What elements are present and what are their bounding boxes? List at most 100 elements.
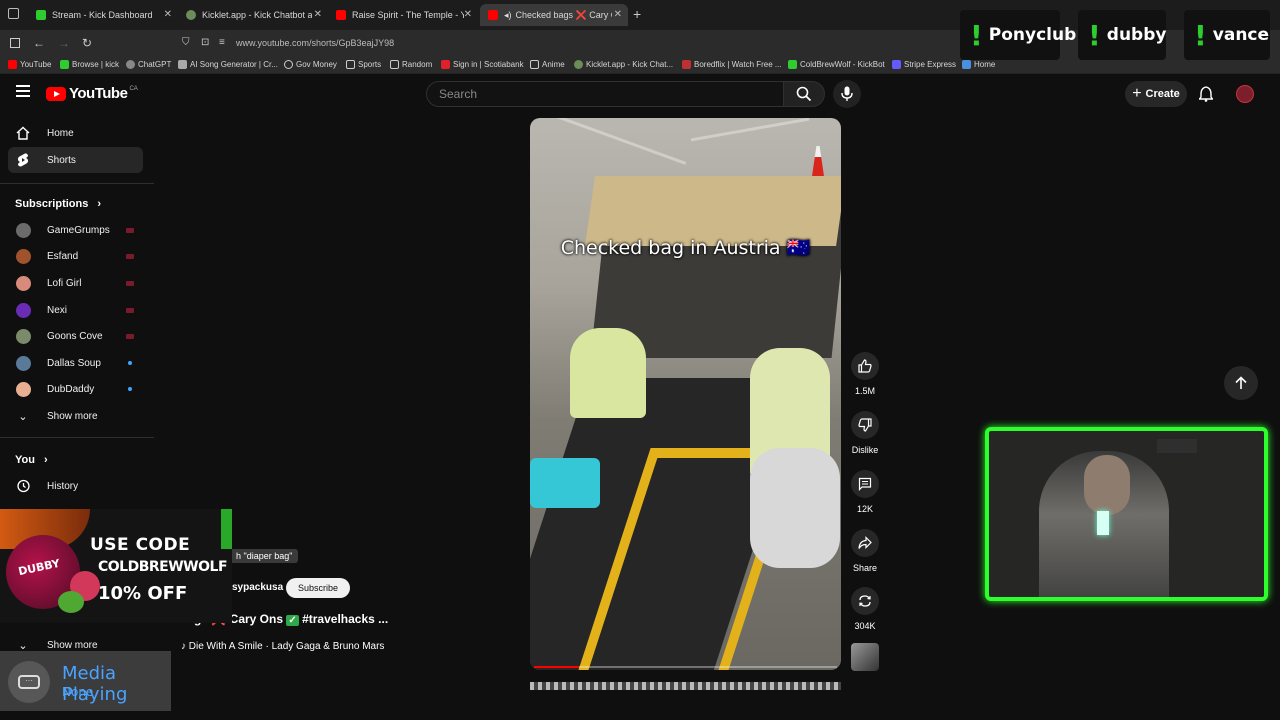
country-code: CA: [129, 85, 138, 92]
badge-name: vance: [1212, 25, 1270, 45]
search-button[interactable]: [783, 81, 825, 107]
like-count: 1.5M: [854, 386, 875, 396]
youtube-logo[interactable]: YouTube CA: [46, 85, 138, 102]
next-short-preview[interactable]: [530, 682, 841, 690]
song-link[interactable]: ♪ Die With A Smile · Lady Gaga & Bruno M…: [181, 641, 384, 652]
audio-icon[interactable]: ◂): [504, 10, 512, 21]
avatar: [16, 355, 31, 371]
shorts-video-player[interactable]: Checked bag in Austria 🇦🇺: [530, 118, 841, 670]
bookmark-anime[interactable]: Anime: [530, 60, 565, 69]
shield-icon[interactable]: ⛉: [182, 37, 190, 48]
tab-raise-spirit[interactable]: Raise Spirit - The Temple - YouT ✕: [328, 4, 478, 26]
subscription-label: Nexi: [47, 304, 68, 316]
lock-icon[interactable]: ⊡: [201, 37, 209, 48]
bookmark-label: Stripe Express: [904, 60, 957, 69]
bookmark-label: Random: [402, 60, 433, 69]
bookmark-kick[interactable]: Browse | kick: [60, 60, 119, 69]
youtube-icon: [8, 60, 17, 69]
close-tab-icon[interactable]: ✕: [614, 9, 622, 20]
subscription-dubdaddy[interactable]: DubDaddy: [16, 379, 138, 399]
new-tab-button[interactable]: +: [633, 6, 641, 22]
subscriptions-heading[interactable]: Subscriptions ›: [15, 198, 101, 210]
bookmark-random[interactable]: Random: [390, 60, 432, 69]
plus-icon: +: [1132, 85, 1142, 102]
microphone-icon: [841, 86, 853, 101]
subscription-nexi[interactable]: Nexi: [16, 300, 138, 320]
tab-checked-bags[interactable]: ◂) Checked bags ❌ Cary Ons ✕: [480, 4, 628, 26]
remix-icon: [851, 587, 879, 615]
search-hint-chip[interactable]: h "diaper bag": [230, 549, 299, 563]
folder-icon: [390, 60, 399, 69]
globe-icon: [284, 60, 293, 69]
home-icon: [962, 60, 971, 69]
search-input[interactable]: Search: [426, 81, 784, 107]
history-icon: [16, 479, 30, 493]
channel-name[interactable]: sypackusa: [232, 582, 283, 593]
sidebar-item-shorts[interactable]: Shorts: [8, 147, 143, 173]
url-field[interactable]: www.youtube.com/shorts/GpB3eajJY98: [236, 38, 394, 48]
close-tab-icon[interactable]: ✕: [314, 9, 322, 20]
live-indicator-icon: [126, 333, 134, 339]
bookmark-label: Anime: [542, 60, 565, 69]
you-heading[interactable]: You ›: [15, 454, 48, 466]
tab-kicklet[interactable]: Kicklet.app - Kick Chatbot and ✕: [178, 4, 328, 26]
bookmark-boredflix[interactable]: Boredflix | Watch Free ...: [682, 60, 782, 69]
bookmark-home[interactable]: Home: [962, 60, 995, 69]
avatar: [16, 328, 31, 344]
tab-kick-dashboard[interactable]: Stream - Kick Dashboard ✕: [28, 4, 178, 26]
video-caption: Checked bag in Austria 🇦🇺: [560, 237, 811, 259]
bookmark-sports[interactable]: Sports: [346, 60, 381, 69]
subscription-esfand[interactable]: Esfand: [16, 246, 138, 266]
sidebar-item-home[interactable]: Home: [8, 120, 143, 146]
bookmark-label: Browse | kick: [72, 60, 119, 69]
tab-actions-icon[interactable]: [8, 8, 19, 19]
like-button[interactable]: 1.5M: [845, 352, 885, 396]
notifications-bell-icon[interactable]: [1199, 86, 1213, 102]
subscription-gamegrumps[interactable]: GameGrumps: [16, 220, 138, 240]
bookmark-label: Sports: [358, 60, 382, 69]
bookmark-kicklet[interactable]: Kicklet.app - Kick Chat...: [574, 60, 673, 69]
site-settings-icon[interactable]: ≡: [219, 37, 225, 48]
subscription-lofi-girl[interactable]: Lofi Girl: [16, 273, 138, 293]
sidebar-divider: [0, 437, 154, 438]
sidebar-item-label: History: [47, 480, 79, 492]
sidebar-item-history[interactable]: History: [8, 473, 143, 499]
sound-thumbnail[interactable]: [851, 643, 879, 671]
bookmark-scotiabank[interactable]: Sign in | Scotiabank: [441, 60, 524, 69]
subscription-dallas-soup[interactable]: Dallas Soup: [16, 353, 138, 373]
chevron-down-icon: ⌄: [18, 410, 28, 423]
subscription-goons-cove[interactable]: Goons Cove: [16, 326, 138, 346]
avatar: [16, 222, 31, 238]
bookmark-youtube[interactable]: YouTube: [8, 60, 51, 69]
bookmark-chatgpt[interactable]: ChatGPT: [126, 60, 171, 69]
back-arrow-icon[interactable]: ←: [33, 36, 45, 50]
media-playing-widget: ··· Media Playing None: [0, 651, 171, 711]
subscribe-button[interactable]: Subscribe: [286, 578, 350, 598]
remix-button[interactable]: 304K: [845, 587, 885, 631]
comments-button[interactable]: 12K: [845, 470, 885, 514]
search-icon: [796, 86, 812, 102]
previous-short-button[interactable]: [1224, 366, 1258, 400]
bookmark-ai-song[interactable]: AI Song Generator | Cr...: [178, 60, 278, 69]
youtube-play-icon: [46, 86, 66, 101]
comment-icon: [851, 470, 879, 498]
create-button[interactable]: + Create: [1125, 81, 1187, 107]
menu-icon[interactable]: [16, 85, 30, 97]
bookmark-stripe[interactable]: Stripe Express: [892, 60, 956, 69]
dislike-button[interactable]: Dislike: [845, 411, 885, 455]
share-button[interactable]: Share: [845, 529, 885, 573]
sidebar-toggle-icon[interactable]: [10, 38, 20, 48]
bookmark-gov-money[interactable]: Gov Money: [284, 60, 337, 69]
show-more-button[interactable]: ⌄ Show more: [8, 403, 143, 429]
worker-graphic: [750, 448, 840, 568]
forward-arrow-icon[interactable]: →: [58, 36, 70, 50]
close-tab-icon[interactable]: ✕: [164, 9, 172, 20]
video-progress-bar[interactable]: [534, 666, 837, 668]
comment-count: 12K: [856, 504, 873, 514]
reload-icon[interactable]: ↻: [82, 36, 92, 50]
title-part: Cary Ons: [229, 612, 284, 626]
bookmark-kickbot[interactable]: ColdBrewWolf - KickBot: [788, 60, 885, 69]
account-avatar[interactable]: [1236, 85, 1254, 103]
voice-search-button[interactable]: [833, 80, 861, 108]
close-tab-icon[interactable]: ✕: [464, 9, 472, 20]
